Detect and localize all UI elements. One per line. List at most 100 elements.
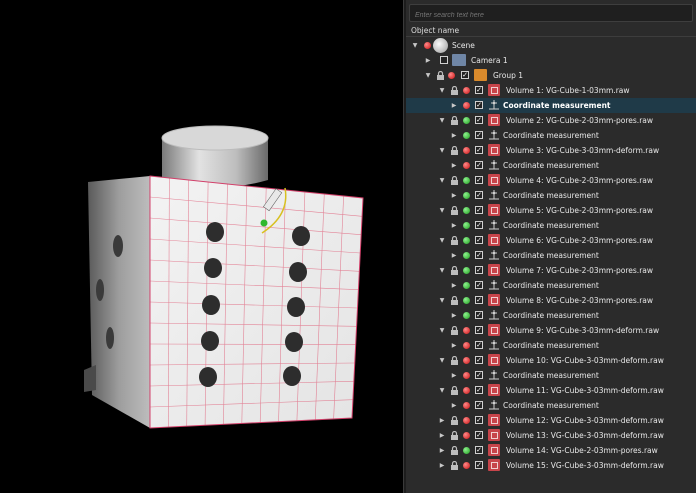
tree-item-coordinate-measurement[interactable]: ▶ ✓ Coordinate measurement	[406, 158, 696, 173]
lock-icon[interactable]	[450, 113, 459, 128]
lock-icon[interactable]	[450, 413, 459, 428]
lock-icon[interactable]	[450, 458, 459, 473]
tree-item-volume[interactable]: ▶ ✓ Volume 12: VG-Cube-3-03mm-deform.raw	[406, 413, 696, 428]
visibility-checkbox[interactable]: ✓	[475, 206, 483, 214]
lock-icon[interactable]	[450, 203, 459, 218]
status-red-icon[interactable]	[463, 402, 470, 409]
visibility-checkbox[interactable]: ✓	[461, 71, 469, 79]
lock-icon[interactable]	[450, 233, 459, 248]
collapse-arrow-icon[interactable]: ▶	[438, 458, 446, 473]
tree-item-coordinate-measurement[interactable]: ▶ ✓ Coordinate measurement	[406, 248, 696, 263]
expand-arrow-icon[interactable]: ▼	[438, 203, 446, 218]
collapse-arrow-icon[interactable]: ▶	[450, 368, 458, 383]
status-green-icon[interactable]	[463, 237, 470, 244]
tree-item-volume[interactable]: ▶ ✓ Volume 15: VG-Cube-3-03mm-deform.raw	[406, 458, 696, 473]
status-green-icon[interactable]	[463, 177, 470, 184]
tree-item-volume[interactable]: ▼ ✓ Volume 7: VG-Cube-2-03mm-pores.raw	[406, 263, 696, 278]
collapse-arrow-icon[interactable]: ▶	[450, 338, 458, 353]
tree-item-volume[interactable]: ▼ ✓ Volume 4: VG-Cube-2-03mm-pores.raw	[406, 173, 696, 188]
status-green-icon[interactable]	[463, 222, 470, 229]
tree-item-camera[interactable]: ▶ Camera 1	[406, 53, 696, 68]
status-red-icon[interactable]	[463, 417, 470, 424]
tree-item-volume[interactable]: ▼ ✓ Volume 6: VG-Cube-2-03mm-pores.raw	[406, 233, 696, 248]
expand-arrow-icon[interactable]: ▼	[438, 113, 446, 128]
status-green-icon[interactable]	[463, 207, 470, 214]
tree-item-volume[interactable]: ▼ ✓ Volume 2: VG-Cube-2-03mm-pores.raw	[406, 113, 696, 128]
status-green-icon[interactable]	[463, 267, 470, 274]
expand-arrow-icon[interactable]: ▼	[438, 233, 446, 248]
search-input[interactable]	[409, 4, 693, 22]
status-red-icon[interactable]	[424, 42, 431, 49]
visibility-checkbox[interactable]	[440, 56, 448, 64]
visibility-checkbox[interactable]: ✓	[475, 446, 483, 454]
tree-item-coordinate-measurement[interactable]: ▶ ✓ Coordinate measurement	[406, 368, 696, 383]
status-red-icon[interactable]	[463, 87, 470, 94]
expand-arrow-icon[interactable]: ▼	[438, 323, 446, 338]
expand-arrow-icon[interactable]: ▼	[438, 83, 446, 98]
visibility-checkbox[interactable]: ✓	[475, 281, 483, 289]
status-red-icon[interactable]	[463, 327, 470, 334]
expand-arrow-icon[interactable]: ▼	[438, 173, 446, 188]
tree-item-volume[interactable]: ▼ ✓ Volume 11: VG-Cube-3-03mm-deform.raw	[406, 383, 696, 398]
visibility-checkbox[interactable]: ✓	[475, 326, 483, 334]
lock-icon[interactable]	[450, 173, 459, 188]
collapse-arrow-icon[interactable]: ▶	[438, 443, 446, 458]
tree-item-volume[interactable]: ▶ ✓ Volume 13: VG-Cube-3-03mm-deform.raw	[406, 428, 696, 443]
collapse-arrow-icon[interactable]: ▶	[450, 398, 458, 413]
status-green-icon[interactable]	[463, 252, 470, 259]
tree-item-coordinate-measurement[interactable]: ▶ ✓ Coordinate measurement	[406, 308, 696, 323]
expand-arrow-icon[interactable]: ▼	[424, 68, 432, 83]
visibility-checkbox[interactable]: ✓	[475, 176, 483, 184]
tree-item-volume[interactable]: ▼ ✓ Volume 9: VG-Cube-3-03mm-deform.raw	[406, 323, 696, 338]
visibility-checkbox[interactable]: ✓	[475, 416, 483, 424]
status-red-icon[interactable]	[463, 147, 470, 154]
visibility-checkbox[interactable]: ✓	[475, 161, 483, 169]
expand-arrow-icon[interactable]: ▼	[411, 38, 419, 53]
tree-item-scene[interactable]: ▼ Scene	[406, 38, 696, 53]
visibility-checkbox[interactable]: ✓	[475, 311, 483, 319]
visibility-checkbox[interactable]: ✓	[475, 401, 483, 409]
tree-item-coordinate-measurement[interactable]: ▶ ✓ Coordinate measurement	[406, 338, 696, 353]
3d-viewport[interactable]	[0, 0, 403, 493]
collapse-arrow-icon[interactable]: ▶	[450, 188, 458, 203]
lock-icon[interactable]	[450, 443, 459, 458]
visibility-checkbox[interactable]: ✓	[475, 431, 483, 439]
visibility-checkbox[interactable]: ✓	[475, 236, 483, 244]
lock-icon[interactable]	[450, 353, 459, 368]
visibility-checkbox[interactable]: ✓	[475, 191, 483, 199]
lock-icon[interactable]	[450, 428, 459, 443]
status-green-icon[interactable]	[463, 312, 470, 319]
status-green-icon[interactable]	[463, 282, 470, 289]
status-green-icon[interactable]	[463, 297, 470, 304]
tree-item-coordinate-measurement[interactable]: ▶ ✓ Coordinate measurement	[406, 398, 696, 413]
lock-icon[interactable]	[450, 143, 459, 158]
visibility-checkbox[interactable]: ✓	[475, 371, 483, 379]
visibility-checkbox[interactable]: ✓	[475, 101, 483, 109]
collapse-arrow-icon[interactable]: ▶	[450, 218, 458, 233]
collapse-arrow-icon[interactable]: ▶	[424, 53, 432, 68]
visibility-checkbox[interactable]: ✓	[475, 131, 483, 139]
status-red-icon[interactable]	[463, 342, 470, 349]
visibility-checkbox[interactable]: ✓	[475, 86, 483, 94]
status-red-icon[interactable]	[463, 462, 470, 469]
tree-item-coordinate-measurement[interactable]: ▶ ✓ Coordinate measurement	[406, 278, 696, 293]
tree-item-volume[interactable]: ▶ ✓ Volume 14: VG-Cube-2-03mm-pores.raw	[406, 443, 696, 458]
status-red-icon[interactable]	[463, 357, 470, 364]
status-red-icon[interactable]	[448, 72, 455, 79]
lock-icon[interactable]	[450, 293, 459, 308]
visibility-checkbox[interactable]: ✓	[475, 251, 483, 259]
expand-arrow-icon[interactable]: ▼	[438, 293, 446, 308]
visibility-checkbox[interactable]: ✓	[475, 341, 483, 349]
tree-item-volume[interactable]: ▼ ✓ Volume 10: VG-Cube-3-03mm-deform.raw	[406, 353, 696, 368]
visibility-checkbox[interactable]: ✓	[475, 386, 483, 394]
collapse-arrow-icon[interactable]: ▶	[438, 428, 446, 443]
visibility-checkbox[interactable]: ✓	[475, 116, 483, 124]
column-header-object-name[interactable]: Object name	[406, 24, 696, 37]
status-red-icon[interactable]	[463, 162, 470, 169]
visibility-checkbox[interactable]: ✓	[475, 221, 483, 229]
collapse-arrow-icon[interactable]: ▶	[450, 98, 458, 113]
lock-icon[interactable]	[450, 383, 459, 398]
collapse-arrow-icon[interactable]: ▶	[450, 158, 458, 173]
expand-arrow-icon[interactable]: ▼	[438, 383, 446, 398]
status-green-icon[interactable]	[463, 117, 470, 124]
